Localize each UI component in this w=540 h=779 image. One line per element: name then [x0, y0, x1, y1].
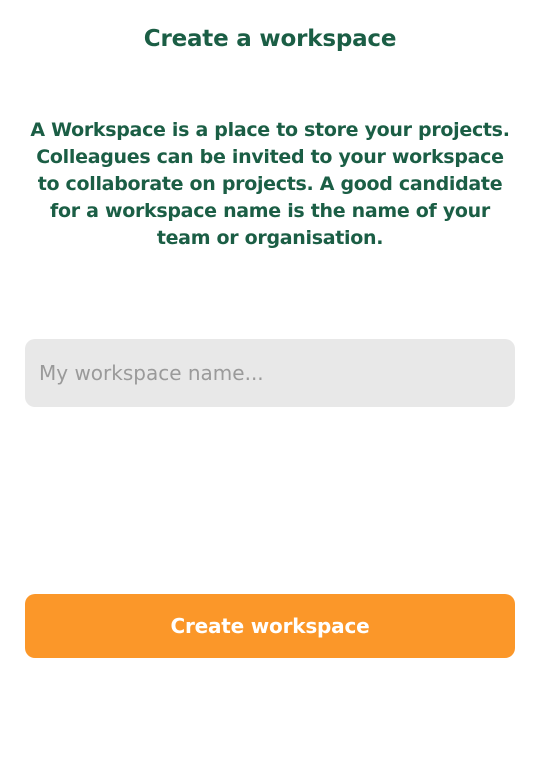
workspace-name-input[interactable]	[25, 339, 515, 407]
create-workspace-button[interactable]: Create workspace	[25, 594, 515, 658]
page-title: Create a workspace	[143, 26, 397, 52]
workspace-description: A Workspace is a place to store your pro…	[30, 119, 510, 249]
